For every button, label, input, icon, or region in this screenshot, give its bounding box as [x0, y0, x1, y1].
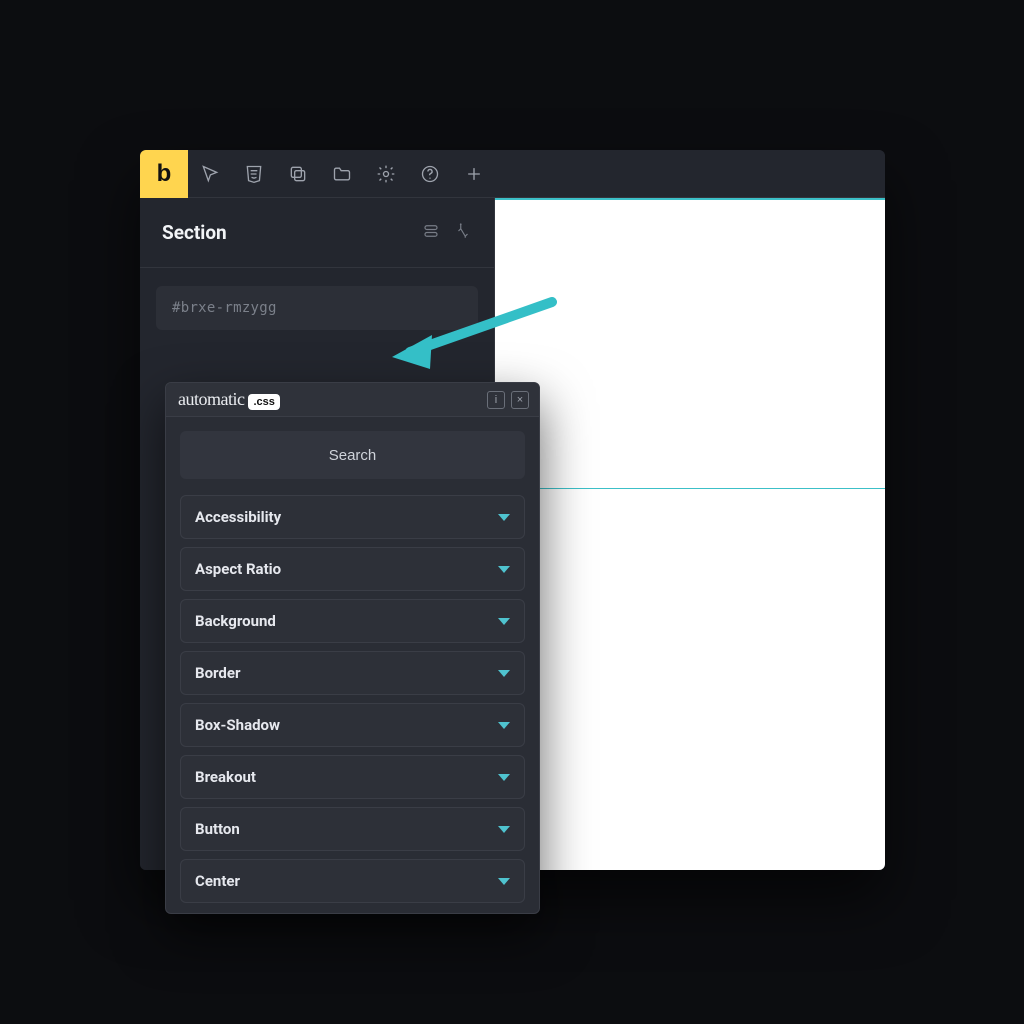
chevron-down-icon [498, 670, 510, 677]
acss-category-item[interactable]: Aspect Ratio [180, 547, 525, 591]
acss-panel-header[interactable]: automatic .css i × [166, 383, 539, 417]
folder-icon[interactable] [320, 150, 364, 198]
acss-brand: automatic .css [178, 389, 280, 410]
layout-icon[interactable] [422, 222, 440, 244]
copy-icon[interactable] [276, 150, 320, 198]
css3-icon[interactable] [232, 150, 276, 198]
acss-category-item[interactable]: Accessibility [180, 495, 525, 539]
acss-category-label: Breakout [195, 768, 256, 786]
chevron-down-icon [498, 878, 510, 885]
app-logo[interactable]: b [140, 150, 188, 198]
acss-category-list: Accessibility Aspect Ratio Background Borde… [180, 495, 525, 903]
element-header: Section [140, 198, 494, 268]
sidebar-body: #brxe-rmzygg [140, 268, 494, 348]
acss-category-label: Background [195, 612, 276, 630]
chevron-down-icon [498, 826, 510, 833]
acss-category-item[interactable]: Center [180, 859, 525, 903]
chevron-down-icon [498, 722, 510, 729]
chevron-down-icon [498, 514, 510, 521]
acss-brand-tag: .css [248, 394, 279, 410]
acss-panel-body: Accessibility Aspect Ratio Background Borde… [166, 417, 539, 913]
acss-category-label: Aspect Ratio [195, 560, 281, 578]
canvas[interactable] [495, 198, 885, 870]
chevron-down-icon [498, 566, 510, 573]
acss-category-label: Center [195, 872, 240, 890]
cursor-icon[interactable] [188, 150, 232, 198]
selection-outline-bottom [495, 488, 885, 489]
gear-icon[interactable] [364, 150, 408, 198]
acss-category-item[interactable]: Box-Shadow [180, 703, 525, 747]
info-icon[interactable]: i [487, 391, 505, 409]
acss-category-item[interactable]: Button [180, 807, 525, 851]
page-title: Section [162, 221, 227, 244]
acss-panel: automatic .css i × Accessibility Aspect R… [165, 382, 540, 914]
chevron-down-icon [498, 774, 510, 781]
toolbar: b [140, 150, 885, 198]
acss-category-item[interactable]: Background [180, 599, 525, 643]
selection-outline-top [495, 198, 885, 200]
acss-category-item[interactable]: Border [180, 651, 525, 695]
element-id-input[interactable]: #brxe-rmzygg [156, 286, 478, 330]
acss-category-label: Box-Shadow [195, 716, 280, 734]
close-icon[interactable]: × [511, 391, 529, 409]
help-icon[interactable] [408, 150, 452, 198]
element-header-actions [422, 222, 472, 244]
plus-icon[interactable] [452, 150, 496, 198]
acss-category-label: Button [195, 820, 240, 838]
interactions-icon[interactable] [454, 222, 472, 244]
acss-brand-name: automatic [178, 389, 244, 410]
acss-category-label: Accessibility [195, 508, 281, 526]
acss-category-label: Border [195, 664, 240, 682]
acss-category-item[interactable]: Breakout [180, 755, 525, 799]
search-input[interactable] [180, 431, 525, 479]
chevron-down-icon [498, 618, 510, 625]
